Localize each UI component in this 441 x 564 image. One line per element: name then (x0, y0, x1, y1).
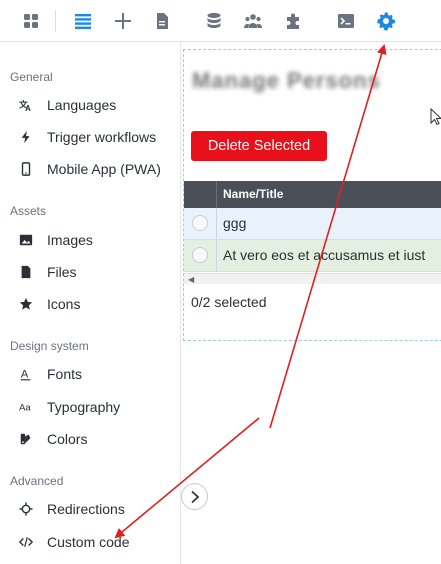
users-icon[interactable] (241, 9, 265, 33)
puzzle-icon[interactable] (282, 9, 306, 33)
sidebar-item-mobile-app[interactable]: Mobile App (PWA) (10, 156, 175, 182)
svg-text:A: A (21, 369, 29, 381)
top-toolbar (0, 0, 441, 42)
delete-selected-button[interactable]: Delete Selected (191, 131, 327, 161)
sidebar-item-fonts[interactable]: A Fonts (10, 361, 175, 387)
image-icon (18, 232, 34, 248)
table-row[interactable]: At vero eos et accusamus et iust (184, 240, 441, 272)
sidebar-item-files[interactable]: Files (10, 259, 175, 285)
sidebar-item-label: Colors (47, 431, 88, 447)
table-header: Name/Title (184, 181, 441, 208)
sidebar-item-custom-code[interactable]: Custom code (10, 529, 175, 555)
column-header-name-title[interactable]: Name/Title (223, 187, 283, 201)
horizontal-scrollbar[interactable]: ◀ (184, 273, 441, 284)
sidebar-item-label: Images (47, 232, 93, 248)
cell-name-title: At vero eos et accusamus et iust (223, 247, 426, 263)
apps-icon[interactable] (19, 9, 43, 33)
sidebar-item-label: Trigger workflows (47, 129, 157, 145)
sidebar-item-redirections[interactable]: Redirections (10, 496, 175, 522)
section-title-advanced: Advanced (10, 474, 64, 488)
sidebar-item-label: Files (47, 264, 77, 280)
code-icon (18, 534, 34, 550)
sidebar-item-images[interactable]: Images (10, 227, 175, 253)
sidebar-item-label: Languages (47, 97, 117, 113)
sidebar-item-label: Fonts (47, 366, 83, 382)
sidebar-item-trigger-workflows[interactable]: Trigger workflows (10, 124, 175, 150)
select-cell (184, 240, 217, 271)
typography-icon: Aa (18, 399, 34, 415)
file-icon (18, 264, 34, 280)
sidebar-item-typography[interactable]: Aa Typography (10, 394, 175, 420)
select-cell (184, 208, 217, 239)
data-table: Name/Title ggg At vero eos et accusamus … (184, 181, 441, 291)
gear-icon[interactable] (374, 9, 398, 33)
svg-text:A: A (25, 104, 31, 112)
scroll-left-icon[interactable]: ◀ (188, 275, 194, 284)
star-icon (18, 296, 34, 312)
sidebar-item-label: Typography (47, 399, 121, 415)
page-title-blurred: Manage Persons (192, 68, 381, 93)
section-title-design-system: Design system (10, 339, 89, 353)
sidebar-item-icons[interactable]: Icons (10, 291, 175, 317)
database-icon[interactable] (202, 9, 226, 33)
translate-icon: 文A (18, 97, 34, 113)
chevron-right-icon (190, 490, 199, 503)
section-title-general: General (10, 70, 53, 84)
sidebar-collapse-button[interactable] (181, 483, 208, 510)
selection-count: 0/2 selected (191, 294, 267, 310)
sidebar-item-languages[interactable]: 文A Languages (10, 92, 175, 118)
terminal-icon[interactable] (334, 9, 358, 33)
select-column-header[interactable] (184, 181, 217, 208)
sidebar-item-label: Custom code (47, 534, 130, 550)
page-icon[interactable] (150, 9, 174, 33)
redirect-icon (18, 501, 34, 517)
mouse-cursor-icon (430, 108, 441, 126)
toolbar-divider (55, 10, 56, 32)
sidebar-item-label: Icons (47, 296, 81, 312)
phone-icon (18, 161, 34, 177)
table-row[interactable]: ggg (184, 208, 441, 240)
list-icon[interactable] (71, 9, 95, 33)
sidebar-item-label: Redirections (47, 501, 125, 517)
font-icon: A (18, 366, 34, 382)
section-title-assets: Assets (10, 204, 47, 218)
sidebar-item-colors[interactable]: Colors (10, 426, 175, 452)
row-checkbox[interactable] (192, 215, 208, 231)
bolt-icon (18, 129, 34, 145)
palette-icon (18, 431, 34, 447)
cell-name-title: ggg (223, 215, 247, 231)
svg-text:Aa: Aa (19, 403, 31, 414)
plus-icon[interactable] (111, 9, 135, 33)
sidebar-item-label: Mobile App (PWA) (47, 161, 161, 177)
row-checkbox[interactable] (192, 247, 208, 263)
settings-sidebar: General 文A Languages Trigger workflows M… (0, 42, 181, 564)
